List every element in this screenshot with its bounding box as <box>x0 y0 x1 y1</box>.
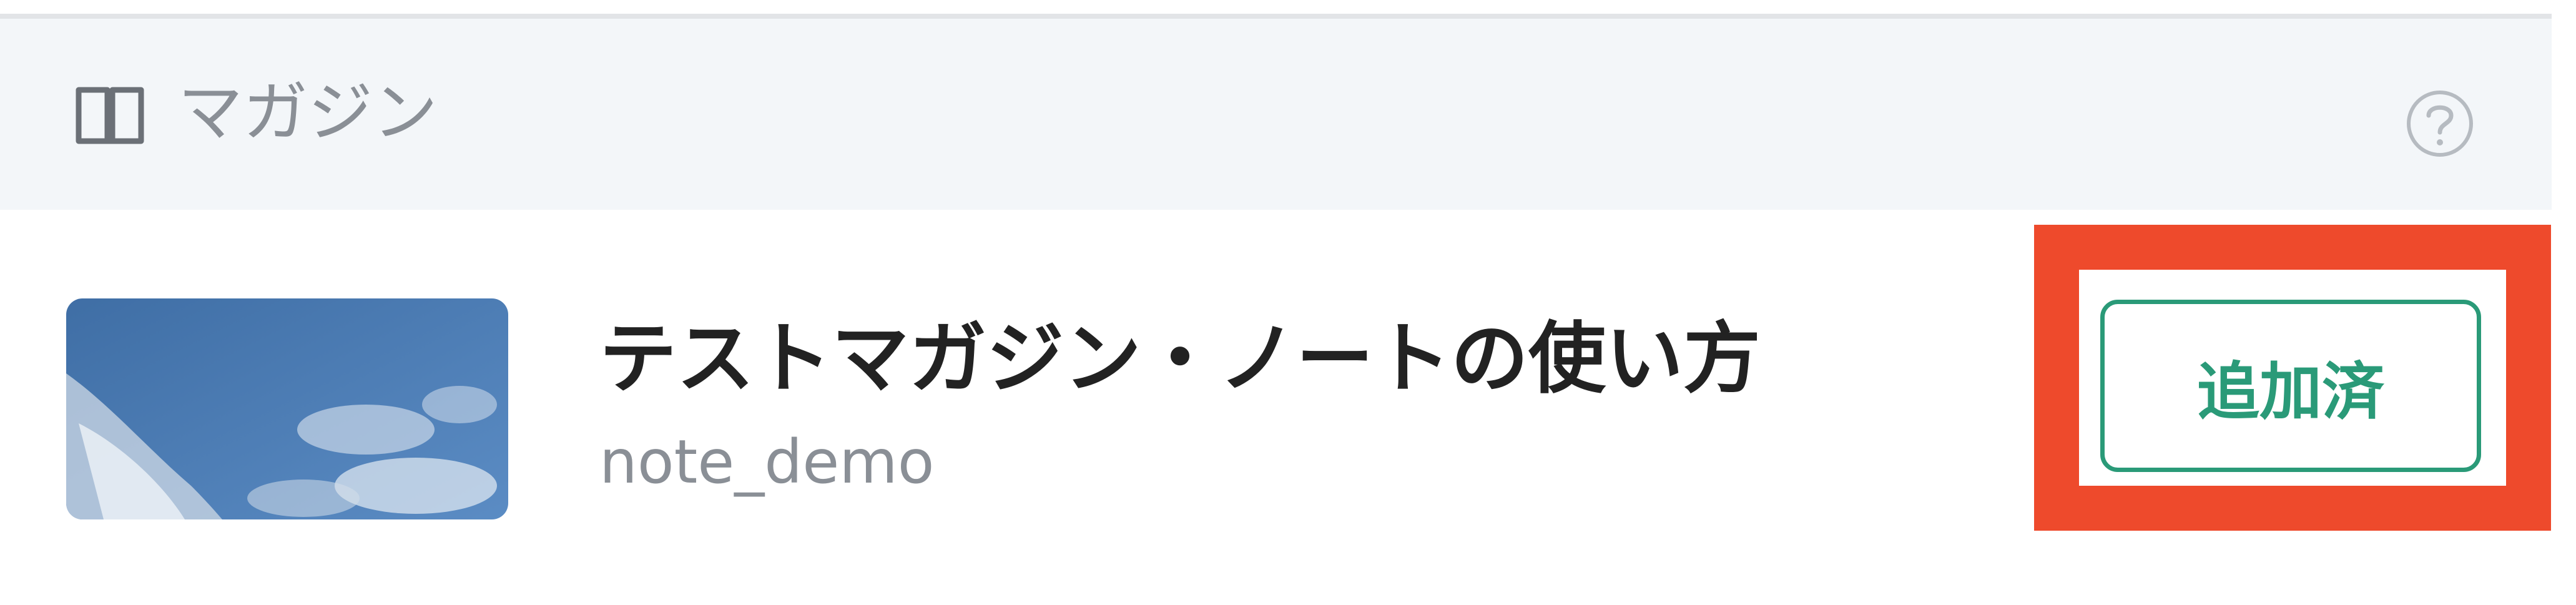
section-title: マガジン <box>178 74 438 150</box>
magazine-owner: note_demo <box>599 427 935 497</box>
magazine-thumbnail <box>66 298 508 519</box>
magazine-title[interactable]: テストマガジン・ノートの使い方 <box>599 309 1761 409</box>
added-button[interactable]: 追加済 <box>2100 300 2481 472</box>
top-divider <box>0 14 2552 19</box>
book-icon <box>74 84 146 146</box>
help-icon[interactable] <box>2404 87 2476 160</box>
